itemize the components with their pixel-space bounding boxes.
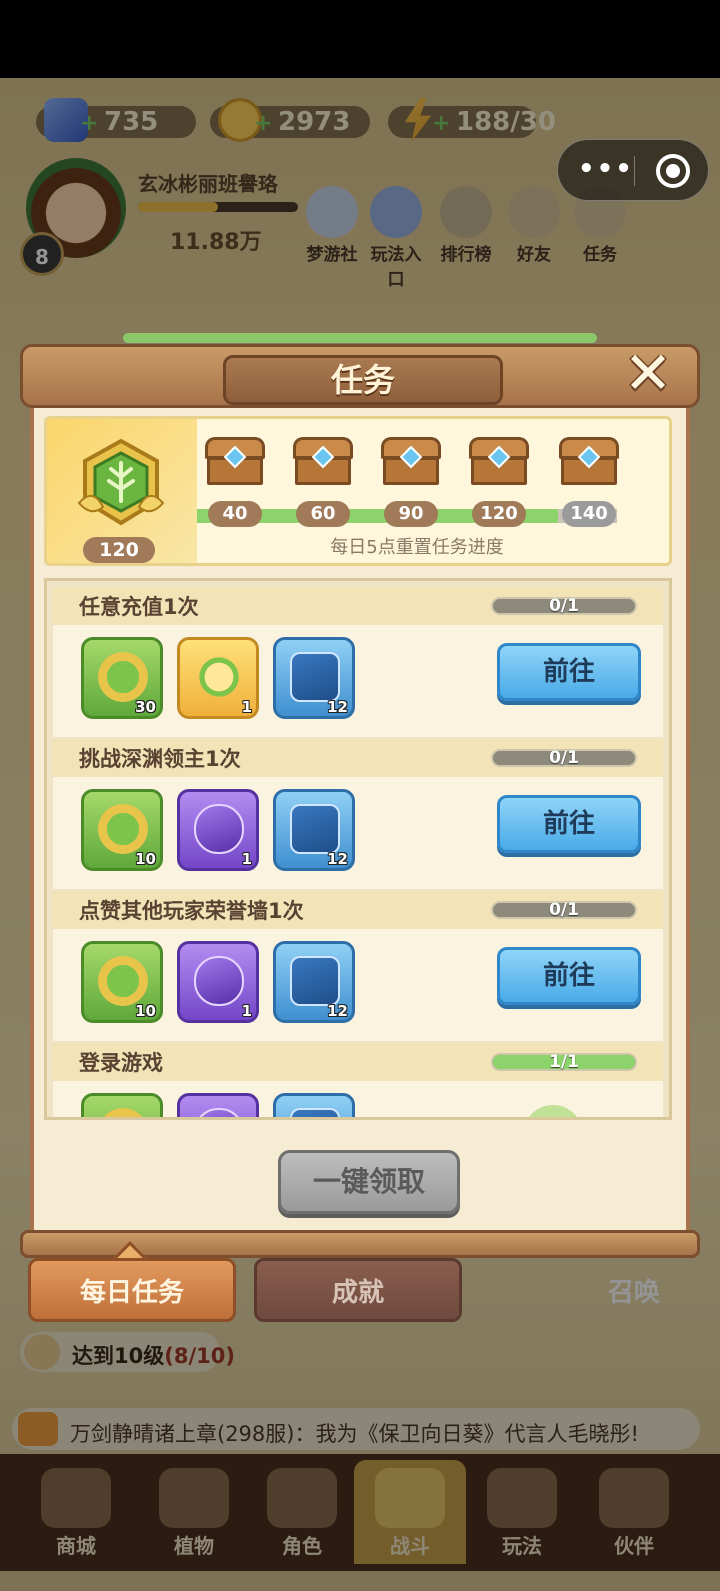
reward-item[interactable]: 12 xyxy=(273,789,355,871)
chest-2[interactable] xyxy=(293,437,353,487)
golden-fruit-icon xyxy=(194,652,244,702)
reward-qty: 10 xyxy=(135,1002,156,1020)
milestone-label: 120 xyxy=(472,501,526,527)
blue-book-icon xyxy=(290,804,340,854)
reward-qty: 12 xyxy=(327,850,348,868)
blue-book-icon xyxy=(290,956,340,1006)
go-button[interactable]: 前往 xyxy=(497,795,641,853)
leaf-badge-icon xyxy=(98,804,148,854)
milestone-label: 40 xyxy=(208,501,262,527)
task-name: 点赞其他玩家荣誉墙1次 xyxy=(79,899,304,923)
task-progress-bar: 1/1 xyxy=(491,1052,637,1072)
go-button[interactable]: 前往 xyxy=(497,643,641,701)
milestone-label: 140 xyxy=(562,501,616,527)
reward-qty: 12 xyxy=(327,1002,348,1020)
task-name: 登录游戏 xyxy=(79,1051,163,1075)
tab-daily-tasks[interactable]: 每日任务 xyxy=(28,1258,236,1322)
reward-item[interactable]: 1 xyxy=(177,789,259,871)
title-plate: 任务 xyxy=(223,355,503,405)
task-progress-text: 1/1 xyxy=(549,1052,579,1072)
task-modal: 120 40 60 90 120 140 每日5点重置任务进度 任意充值1次 0… xyxy=(20,330,700,1262)
purple-capsule-icon xyxy=(194,956,244,1006)
reward-item[interactable]: 30 xyxy=(81,637,163,719)
miniprogram-capsule: ••• xyxy=(557,139,709,201)
reward-item[interactable] xyxy=(177,1093,259,1117)
task-item: 登录游戏 1/1 xyxy=(53,1043,663,1117)
task-item: 任意充值1次 0/1 30 1 12 前往 xyxy=(53,587,663,737)
reward-item[interactable] xyxy=(81,1093,163,1117)
task-name: 挑战深渊领主1次 xyxy=(79,747,241,771)
leaf-badge-icon xyxy=(98,956,148,1006)
chest-4[interactable] xyxy=(469,437,529,487)
points-panel: 120 xyxy=(47,419,197,563)
reward-qty: 1 xyxy=(241,1002,252,1020)
reset-note: 每日5点重置任务进度 xyxy=(330,537,504,558)
chest-1[interactable] xyxy=(205,437,265,487)
reward-qty: 10 xyxy=(135,850,156,868)
sprout-icon xyxy=(523,1105,583,1117)
task-progress-text: 0/1 xyxy=(549,748,579,768)
task-name: 任意充值1次 xyxy=(79,595,199,619)
milestone-label: 60 xyxy=(296,501,350,527)
more-icon[interactable]: ••• xyxy=(578,156,632,184)
reward-item[interactable]: 10 xyxy=(81,941,163,1023)
blue-book-icon xyxy=(290,652,340,702)
task-item: 点赞其他玩家荣誉墙1次 0/1 10 1 12 前往 xyxy=(53,891,663,1041)
blue-book-icon xyxy=(290,1108,340,1117)
claim-all-button[interactable]: 一键领取 xyxy=(278,1150,460,1214)
task-progress-bar: 0/1 xyxy=(491,900,637,920)
milestone-label: 90 xyxy=(384,501,438,527)
task-list[interactable]: 任意充值1次 0/1 30 1 12 前往 挑战深渊领主1次 0/1 10 1 … xyxy=(44,578,672,1120)
modal-body: 120 40 60 90 120 140 每日5点重置任务进度 任意充值1次 0… xyxy=(30,402,690,1236)
task-progress-text: 0/1 xyxy=(549,900,579,920)
close-icon[interactable]: ✕ xyxy=(620,344,676,402)
reward-qty: 1 xyxy=(241,850,252,868)
points-value: 120 xyxy=(83,537,155,563)
task-item: 挑战深渊领主1次 0/1 10 1 12 前往 xyxy=(53,739,663,889)
chest-3[interactable] xyxy=(381,437,441,487)
modal-title: 任务 xyxy=(330,361,395,399)
leaf-badge-icon xyxy=(98,652,148,702)
activity-progress-card: 120 40 60 90 120 140 每日5点重置任务进度 xyxy=(44,416,672,566)
chest-5[interactable] xyxy=(559,437,619,487)
purple-capsule-icon xyxy=(194,1108,244,1117)
task-progress-bar: 0/1 xyxy=(491,596,637,616)
tab-achievements[interactable]: 成就 xyxy=(254,1258,462,1322)
reward-item[interactable]: 1 xyxy=(177,637,259,719)
close-miniprogram-icon[interactable] xyxy=(656,154,690,188)
go-button[interactable]: 前往 xyxy=(497,947,641,1005)
reward-qty: 30 xyxy=(135,698,156,716)
modal-header: 任务 xyxy=(20,333,700,408)
task-progress-bar: 0/1 xyxy=(491,748,637,768)
reward-item[interactable] xyxy=(273,1093,355,1117)
leaf-badge-icon xyxy=(98,1108,148,1117)
status-bar xyxy=(0,0,720,78)
reward-item[interactable]: 12 xyxy=(273,637,355,719)
purple-capsule-icon xyxy=(194,804,244,854)
reward-item[interactable]: 12 xyxy=(273,941,355,1023)
task-progress-text: 0/1 xyxy=(549,596,579,616)
reward-qty: 12 xyxy=(327,698,348,716)
reward-item[interactable]: 10 xyxy=(81,789,163,871)
reward-item[interactable]: 1 xyxy=(177,941,259,1023)
reward-qty: 1 xyxy=(241,698,252,716)
leaf-badge-icon xyxy=(77,438,165,526)
